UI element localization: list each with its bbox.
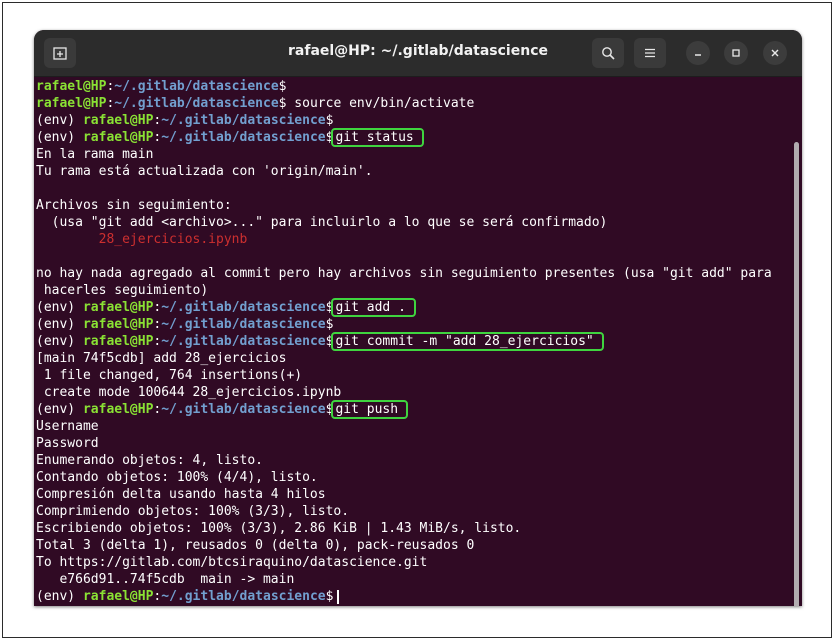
terminal-output[interactable]: rafael@HP:~/.gitlab/datascience$ rafael@H… — [36, 78, 788, 606]
title-bar: rafael@HP: ~/.gitlab/datascience — [34, 30, 802, 77]
minimize-icon — [695, 54, 701, 56]
output-line: hacerles seguimiento) — [36, 283, 209, 298]
command-text: source env/bin/activate — [286, 96, 475, 111]
scrollbar[interactable] — [794, 142, 799, 606]
highlighted-command: git status — [331, 128, 424, 147]
prompt-line: rafael@HP:~/.gitlab/datascience$ — [36, 78, 788, 95]
venv-indicator: (env) — [36, 589, 83, 604]
untracked-file-line: 28_ejercicios.ipynb — [36, 232, 248, 247]
prompt-path: ~/.gitlab/datascience — [114, 96, 279, 111]
prompt-path: ~/.gitlab/datascience — [161, 130, 326, 145]
prompt-line: rafael@HP:~/.gitlab/datascience$ source … — [36, 95, 788, 112]
close-button[interactable] — [763, 41, 787, 65]
output-line: Compresión delta usando hasta 4 hilos — [36, 487, 326, 502]
highlighted-command: git add . — [331, 298, 416, 317]
prompt-line: (env) rafael@HP:~/.gitlab/datascience$ gi… — [36, 128, 788, 147]
prompt-user: rafael@HP — [82, 300, 154, 315]
output-line: To https://gitlab.com/btcsiraquino/datas… — [36, 555, 428, 570]
prompt-dollar: $ — [325, 113, 334, 128]
output-line: Total 3 (delta 1), reusados 0 (delta 0),… — [36, 538, 475, 553]
output-line: create mode 100644 28_ejercicios.ipynb — [36, 385, 342, 400]
prompt-path: ~/.gitlab/datascience — [161, 300, 326, 315]
output-line: (usa "git add <archivo>..." para incluir… — [36, 215, 608, 230]
prompt-dollar: $ — [325, 317, 334, 332]
output-line: Contando objetos: 100% (4/4), listo. — [36, 470, 318, 485]
hamburger-menu-icon — [645, 48, 655, 58]
prompt-path: ~/.gitlab/datascience — [114, 79, 279, 94]
prompt-line: (env) rafael@HP:~/.gitlab/datascience$ — [36, 316, 788, 333]
prompt-line: (env) rafael@HP:~/.gitlab/datascience$ gi… — [36, 298, 788, 317]
output-line: Archivos sin seguimiento: — [36, 198, 232, 213]
menu-button[interactable] — [634, 38, 666, 68]
prompt-user: rafael@HP — [82, 317, 154, 332]
prompt-user: rafael@HP — [36, 79, 107, 94]
venv-indicator: (env) — [36, 113, 83, 128]
output-line: [main 74f5cdb] add 28_ejercicios — [36, 351, 287, 366]
output-line: Comprimiendo objetos: 100% (3/3), listo. — [36, 504, 350, 519]
search-icon — [602, 47, 615, 60]
output-line: Username — [36, 419, 99, 434]
output-line: Password — [36, 436, 99, 451]
search-button[interactable] — [592, 38, 624, 68]
prompt-line: (env) rafael@HP:~/.gitlab/datascience$ gi… — [36, 332, 788, 351]
prompt-path: ~/.gitlab/datascience — [161, 402, 326, 417]
prompt-user: rafael@HP — [82, 113, 154, 128]
venv-indicator: (env) — [36, 334, 83, 349]
venv-indicator: (env) — [36, 317, 83, 332]
highlighted-command: git push — [331, 400, 409, 419]
venv-indicator: (env) — [36, 402, 83, 417]
output-line: no hay nada agregado al commit pero hay … — [36, 266, 772, 281]
prompt-dollar: $ — [278, 79, 287, 94]
output-line: Escribiendo objetos: 100% (3/3), 2.86 Ki… — [36, 521, 522, 536]
output-line: En la rama main — [36, 147, 154, 162]
text-cursor — [337, 589, 340, 604]
prompt-path: ~/.gitlab/datascience — [161, 113, 326, 128]
prompt-path: ~/.gitlab/datascience — [161, 317, 326, 332]
venv-indicator: (env) — [36, 130, 83, 145]
output-line: 1 file changed, 764 insertions(+) — [36, 368, 303, 383]
prompt-user: rafael@HP — [36, 96, 107, 111]
minimize-button[interactable] — [686, 41, 710, 65]
prompt-path: ~/.gitlab/datascience — [161, 334, 326, 349]
venv-indicator: (env) — [36, 300, 83, 315]
close-icon — [771, 49, 779, 57]
prompt-user: rafael@HP — [82, 589, 154, 604]
prompt-path: ~/.gitlab/datascience — [161, 589, 326, 604]
maximize-button[interactable] — [724, 41, 748, 65]
prompt-user: rafael@HP — [82, 334, 154, 349]
output-line: Enumerando objetos: 4, listo. — [36, 453, 263, 468]
prompt-user: rafael@HP — [82, 130, 154, 145]
prompt-line: (env) rafael@HP:~/.gitlab/datascience$ — [36, 112, 788, 129]
maximize-icon — [732, 49, 740, 57]
prompt-line: (env) rafael@HP:~/.gitlab/datascience$ — [36, 588, 788, 605]
prompt-line: (env) rafael@HP:~/.gitlab/datascience$ gi… — [36, 400, 788, 419]
output-line: e766d91..74f5cdb main -> main — [36, 572, 295, 587]
prompt-user: rafael@HP — [82, 402, 154, 417]
prompt-dollar: $ — [325, 589, 334, 604]
highlighted-command: git commit -m "add 28_ejercicios" — [331, 332, 604, 351]
output-line: Tu rama está actualizada con 'origin/mai… — [36, 164, 373, 179]
terminal-window: rafael@HP: ~/.gitlab/datascience rafael@… — [34, 30, 802, 606]
